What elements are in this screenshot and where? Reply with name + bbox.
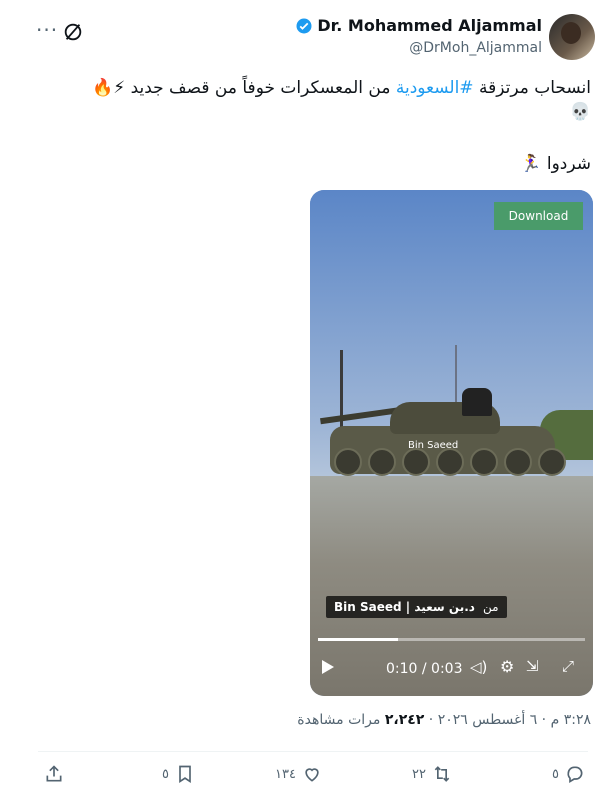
verified-badge-icon [296, 18, 312, 33]
views-count: ٢،٢٤٢ [384, 712, 425, 728]
tweet-header: ··· Dr. Mohammed Aljammal @DrMoh_Aljamma… [0, 12, 603, 64]
video-watermark: Bin Saeed [408, 440, 459, 451]
video-time: 0:10 / 0:03 [386, 661, 463, 677]
wheel [334, 448, 362, 476]
repost-count: ٢٢ [412, 766, 426, 782]
author-name[interactable]: Dr. Mohammed Aljammal [317, 16, 542, 35]
play-icon[interactable] [322, 660, 334, 674]
video-caption: Bin Saeed | د.بن سعيد من [326, 596, 507, 618]
tweet-text-line2: شردوا 🏃‍♀️ [520, 154, 591, 174]
grok-icon[interactable] [62, 21, 84, 43]
tweet-text-part: انسحاب مرتزقة [473, 78, 591, 98]
caption-channel: Bin Saeed | د.بن سعيد [334, 600, 475, 614]
repost-icon [434, 766, 450, 782]
volume-icon[interactable]: ◁) [470, 658, 487, 676]
divider [38, 751, 588, 752]
wheel [436, 448, 464, 476]
wheel [504, 448, 532, 476]
share-icon [46, 765, 62, 782]
wheel [470, 448, 498, 476]
avatar[interactable] [549, 14, 595, 60]
tweet-text-part: من المعسكرات خوفاً من قصف جديد ⚡🔥 [92, 78, 396, 98]
tweet-time[interactable]: ٣:٢٨ م [551, 712, 591, 728]
like-count: ١٣٤ [275, 766, 296, 782]
bookmark-icon [179, 765, 191, 784]
reply-button[interactable]: ٥ [552, 764, 585, 784]
repost-button[interactable]: ٢٢ [412, 764, 452, 784]
video-player[interactable]: Bin Saeed Download Bin Saeed | د.بن سعيد… [310, 190, 593, 696]
author-name-row[interactable]: Dr. Mohammed Aljammal [295, 16, 542, 35]
hashtag-link[interactable]: #السعودية [396, 78, 474, 98]
bookmark-button[interactable]: ٥ [162, 764, 195, 784]
more-options-icon[interactable]: ··· [36, 18, 58, 42]
tweet-meta: ٣:٢٨ م · ٦ أغسطس ٢٠٢٦ · ٢،٢٤٢ مرات مشاهد… [297, 712, 591, 728]
tank-wheels [334, 448, 566, 476]
fullscreen-icon[interactable]: ⤢ [562, 657, 574, 675]
tweet-date[interactable]: ٦ أغسطس ٢٠٢٦ [438, 712, 538, 728]
like-button[interactable]: ١٣٤ [275, 764, 322, 784]
share-button[interactable] [44, 764, 64, 784]
reply-icon [567, 766, 583, 783]
tank-crew [462, 388, 492, 416]
bookmark-count: ٥ [162, 766, 169, 782]
skull-emoji: 💀 [569, 102, 591, 122]
wheel [368, 448, 396, 476]
author-handle[interactable]: @DrMoh_Aljammal [409, 40, 542, 56]
heart-icon [305, 768, 319, 782]
picture-in-picture-icon[interactable]: ⇲ [526, 657, 539, 675]
download-button[interactable]: Download [494, 202, 583, 230]
caption-prefix: من [482, 600, 499, 614]
video-progress-bar[interactable] [318, 638, 585, 641]
video-controls: 0:10 / 0:03 ◁) ⚙ ⇲ ⤢ [310, 654, 593, 684]
views-label: مرات مشاهدة [297, 712, 381, 728]
wheel [402, 448, 430, 476]
video-progress-fill [318, 638, 399, 641]
tweet-text-line1: انسحاب مرتزقة #السعودية من المعسكرات خوف… [31, 76, 591, 124]
wheel [538, 448, 566, 476]
settings-icon[interactable]: ⚙ [500, 657, 514, 676]
reply-count: ٥ [552, 766, 559, 782]
